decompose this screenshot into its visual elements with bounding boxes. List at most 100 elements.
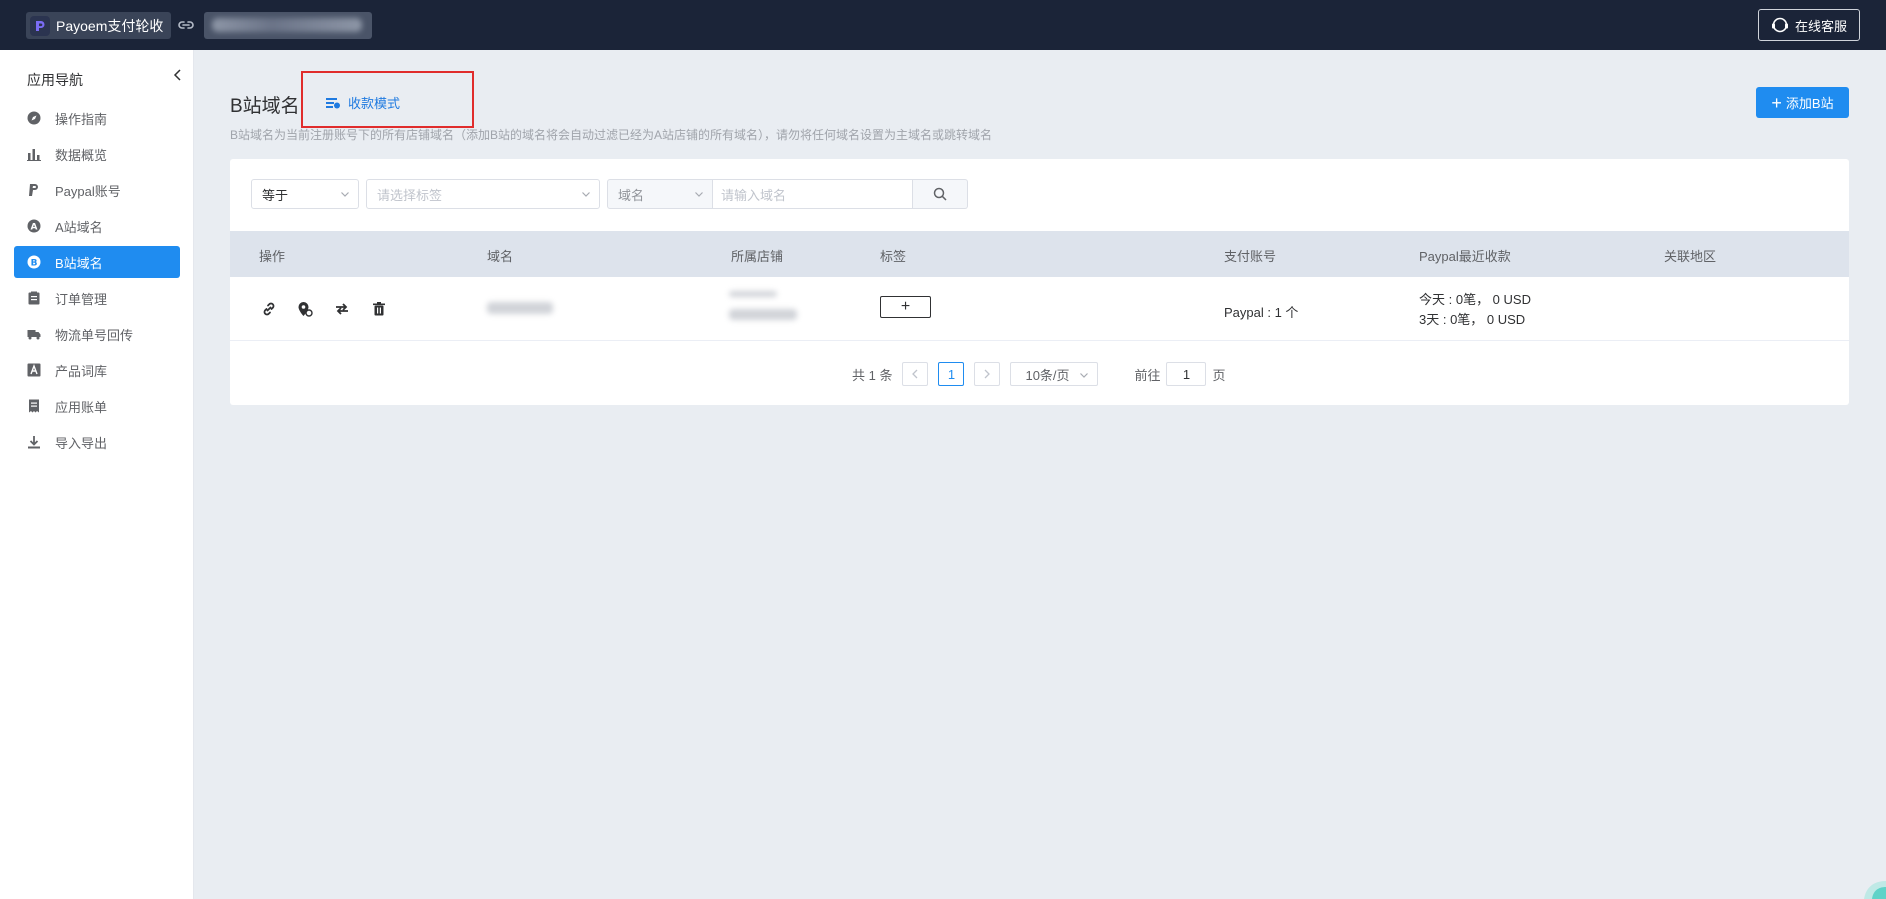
sidebar-item-label: Paypal账号 [55,183,121,199]
search-field-value: 域名 [618,187,645,203]
online-service-label: 在线客服 [1794,18,1847,34]
sidebar-item-tracking[interactable]: 物流单号回传 [14,318,180,350]
chevron-right-icon [985,369,991,379]
sidebar: 应用导航 操作指南 数据概览 Paypal账号 A A站域名 B B站域名 订单… [0,50,194,899]
tag-select-placeholder: 请选择标签 [377,187,443,203]
plus-icon: + [1771,92,1782,113]
svg-text:B: B [31,259,38,269]
filter-bar: 等于 请选择标签 域名 请输入域名 [251,179,968,209]
sidebar-item-a-domain[interactable]: A A站域名 [14,210,180,242]
online-service-button[interactable]: 在线客服 [1758,9,1860,41]
store-value-redacted [729,291,777,297]
paypal-icon [27,183,41,197]
domain-search-group: 域名 请输入域名 [607,179,968,209]
column-domain: 域名 [487,249,514,264]
operator-value: 等于 [262,187,289,203]
chevron-down-icon [582,192,590,197]
sidebar-item-label: 导入导出 [55,435,108,451]
sidebar-item-label: 产品词库 [55,363,108,379]
sidebar-item-label: A站域名 [55,219,103,235]
total-count: 共 1 条 [852,367,893,383]
receipt-icon [27,399,41,413]
prev-page-button[interactable] [902,362,929,386]
payment-mode-label: 收款模式 [348,96,401,111]
search-icon [933,187,947,201]
page-suffix: 页 [1212,367,1226,383]
letter-b-icon: B [27,255,41,269]
column-region: 关联地区 [1664,249,1717,264]
column-tags: 标签 [880,249,907,264]
headset-icon [1771,17,1788,33]
next-page-button[interactable] [974,362,1001,386]
payment-mode-icon [326,97,340,108]
add-b-site-label: 添加B站 [1785,96,1834,111]
search-button[interactable] [913,179,968,209]
chat-widget-icon[interactable] [1858,877,1886,899]
goto-page-input[interactable]: 1 [1166,362,1207,386]
font-icon [27,363,41,377]
column-paypal-recent: Paypal最近收款 [1419,249,1511,264]
sidebar-title: 应用导航 [27,72,83,88]
page-title: B站域名 [230,96,300,117]
column-actions: 操作 [259,249,286,264]
payoem-logo-icon [30,15,50,36]
operator-select[interactable]: 等于 [251,179,359,209]
sidebar-item-guide[interactable]: 操作指南 [14,102,180,134]
column-store: 所属店铺 [731,249,784,264]
recent-3days: 3天 : 0笔， 0 USD [1419,312,1526,327]
domain-list-card: 等于 请选择标签 域名 请输入域名 操作 域名 所属店铺 标签 支付账号 Pay… [230,159,1849,405]
link-icon[interactable] [261,301,277,317]
page-description: B站域名为当前注册账号下的所有店铺域名（添加B站的域名将会自动过滤已经为A站店铺… [230,128,993,142]
sidebar-item-bills[interactable]: 应用账单 [14,390,180,422]
sidebar-item-label: B站域名 [55,255,103,271]
download-icon [27,435,41,449]
app-brand[interactable]: Payoem支付轮收 [26,12,172,39]
compass-icon [27,111,41,125]
sidebar-item-label: 操作指南 [55,111,108,127]
chevron-down-icon [695,192,703,197]
page-size-value: 10条/页 [1025,367,1070,383]
link-icon[interactable] [176,15,196,35]
swap-icon[interactable] [334,301,350,317]
store-selector[interactable] [204,12,372,39]
domain-search-input[interactable]: 请输入域名 [713,179,913,209]
domain-value-redacted [487,302,553,314]
column-pay-account: 支付账号 [1224,249,1277,264]
tag-select[interactable]: 请选择标签 [366,179,600,209]
clipboard-icon [27,291,41,305]
collapse-sidebar-icon[interactable] [171,68,185,82]
sidebar-item-label: 订单管理 [55,291,108,307]
table-row: + Paypal : 1 个 今天 : 0笔， 0 USD 3天 : 0笔， 0… [230,277,1849,341]
sidebar-item-import-export[interactable]: 导入导出 [14,426,180,458]
svg-text:A: A [31,223,38,233]
sidebar-nav: 操作指南 数据概览 Paypal账号 A A站域名 B B站域名 订单管理 物流… [14,102,180,462]
store-value-redacted [729,309,797,320]
recent-today: 今天 : 0笔， 0 USD [1419,292,1531,307]
truck-icon [27,327,41,341]
store-name-redacted [212,18,362,32]
sidebar-item-overview[interactable]: 数据概览 [14,138,180,170]
sidebar-item-product-words[interactable]: 产品词库 [14,354,180,386]
table-header: 操作 域名 所属店铺 标签 支付账号 Paypal最近收款 关联地区 [230,231,1849,277]
sidebar-item-label: 应用账单 [55,399,108,415]
top-bar: Payoem支付轮收 在线客服 [0,0,1886,50]
search-field-select[interactable]: 域名 [607,179,713,209]
location-link-icon[interactable] [297,301,313,317]
chevron-left-icon [912,369,918,379]
page-size-select[interactable]: 10条/页 [1010,362,1099,386]
sidebar-item-b-domain[interactable]: B B站域名 [14,246,180,278]
chevron-down-icon [1080,373,1089,378]
page-number[interactable]: 1 [938,362,965,386]
add-tag-button[interactable]: + [880,296,931,318]
trash-icon[interactable] [371,301,387,317]
letter-a-icon: A [27,219,41,233]
payment-mode-link[interactable]: 收款模式 [326,93,400,112]
sidebar-item-orders[interactable]: 订单管理 [14,282,180,314]
domain-search-placeholder: 请输入域名 [721,187,787,203]
goto-label: 前往 [1134,367,1161,383]
add-b-site-button[interactable]: + 添加B站 [1756,87,1849,118]
sidebar-item-label: 物流单号回传 [55,327,134,343]
chevron-down-icon [341,192,349,197]
sidebar-item-label: 数据概览 [55,147,108,163]
sidebar-item-paypal[interactable]: Paypal账号 [14,174,180,206]
